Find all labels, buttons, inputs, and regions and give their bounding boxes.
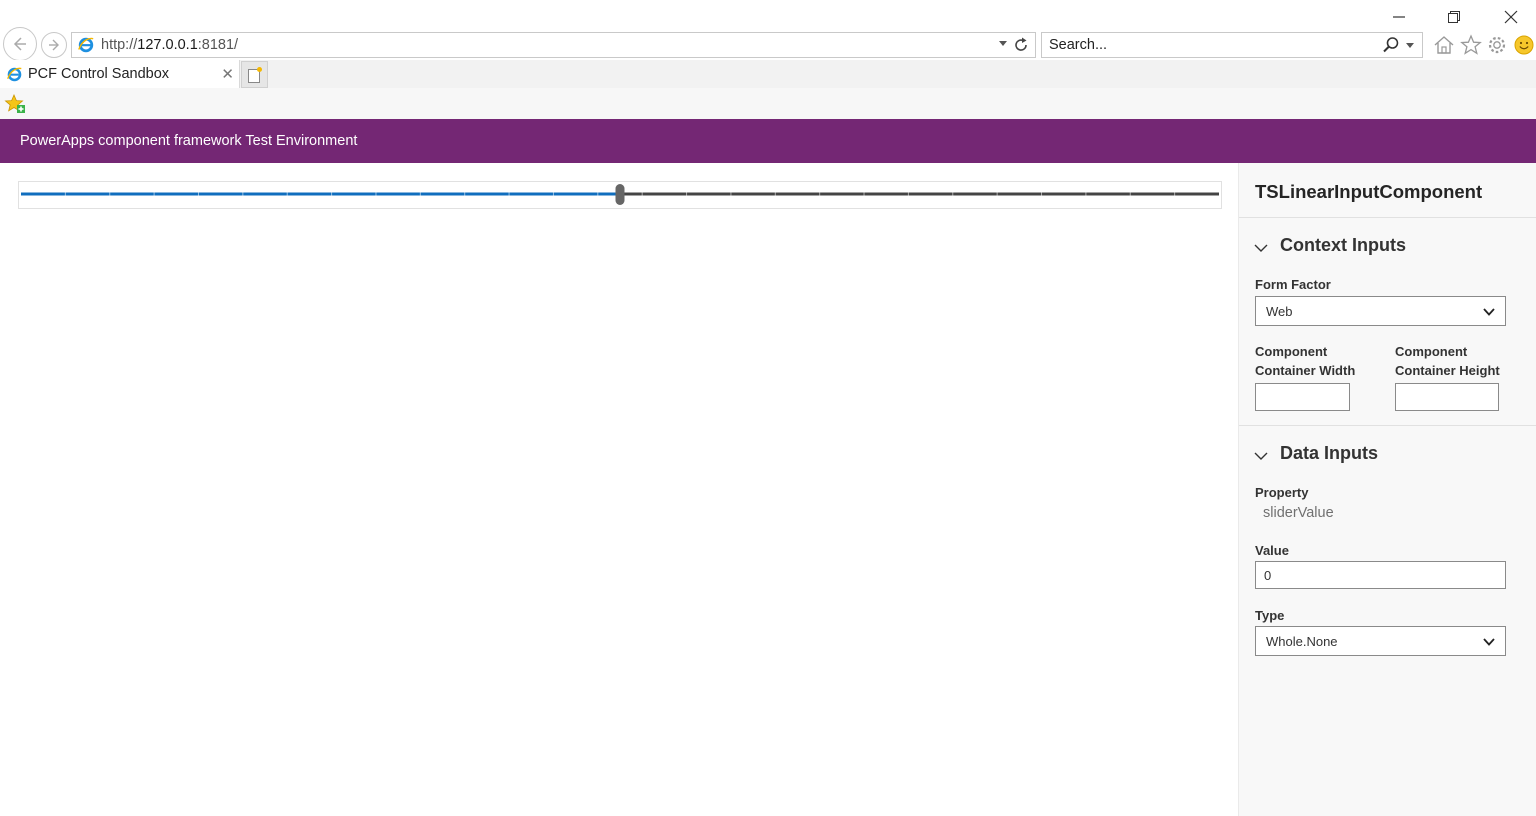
container-height-label-line1: Component (1395, 344, 1468, 359)
container-height-label-line2: Container Height (1395, 363, 1500, 378)
minimize-icon (1393, 16, 1405, 18)
ie-logo-icon (78, 37, 94, 53)
context-inputs-heading: Context Inputs (1280, 235, 1406, 255)
container-height-input[interactable] (1395, 383, 1499, 411)
minimize-button[interactable] (1388, 6, 1410, 28)
url-port-path: :8181/ (197, 37, 239, 53)
property-value: sliderValue (1263, 505, 1334, 521)
url-scheme: http:// (101, 37, 138, 53)
tab-title: PCF Control Sandbox (28, 66, 170, 82)
app-header-title: PowerApps component framework Test Envir… (20, 133, 358, 149)
type-value: Whole.None (1266, 633, 1338, 649)
favorites-bar (0, 88, 1536, 119)
home-icon[interactable] (1433, 34, 1455, 56)
type-label: Type (1255, 608, 1285, 623)
back-button[interactable] (3, 27, 37, 61)
linear-slider[interactable] (19, 182, 1221, 208)
slider-thumb[interactable] (615, 184, 625, 205)
url-host: 127.0.0.1 (137, 37, 198, 53)
restore-button[interactable] (1443, 6, 1465, 28)
chevron-down-icon (1254, 244, 1268, 252)
close-icon (1504, 10, 1518, 24)
control-canvas (0, 163, 1238, 816)
close-tab-icon[interactable]: ✕ (221, 65, 234, 83)
context-inputs-header[interactable]: Context Inputs (1253, 235, 1406, 256)
form-factor-value: Web (1266, 303, 1293, 319)
container-width-input[interactable] (1255, 383, 1350, 411)
divider (1239, 217, 1536, 218)
favorites-star-icon[interactable] (1460, 34, 1482, 56)
data-inputs-header[interactable]: Data Inputs (1253, 443, 1378, 464)
ie-logo-icon (7, 67, 22, 81)
divider (1239, 425, 1536, 426)
address-url: http://127.0.0.1:8181/ (101, 37, 238, 53)
add-to-favorites-bar-icon[interactable] (4, 94, 26, 114)
settings-gear-icon[interactable] (1486, 34, 1508, 56)
close-window-button[interactable] (1500, 6, 1522, 28)
data-inputs-heading: Data Inputs (1280, 443, 1379, 463)
address-bar[interactable]: http://127.0.0.1:8181/ (71, 32, 1036, 58)
container-width-label-line1: Component (1255, 344, 1328, 359)
tab-strip: PCF Control Sandbox ✕ (0, 60, 1536, 88)
search-box[interactable]: Search... (1041, 32, 1423, 58)
forward-arrow-icon (49, 39, 59, 51)
forward-button[interactable] (41, 32, 67, 58)
refresh-icon[interactable] (1012, 36, 1030, 54)
container-width-label-line2: Container Width (1255, 363, 1356, 378)
feedback-smiley-icon[interactable] (1513, 34, 1535, 56)
search-icon[interactable] (1382, 36, 1400, 54)
property-label: Property (1255, 485, 1309, 500)
value-input[interactable]: 0 (1255, 561, 1506, 589)
new-tab-icon (247, 66, 262, 83)
back-arrow-icon (13, 37, 26, 51)
tab-pcf-control-sandbox[interactable]: PCF Control Sandbox ✕ (0, 60, 240, 88)
container-height-label: Component Container Height (1395, 342, 1500, 380)
form-factor-label: Form Factor (1255, 277, 1331, 292)
property-panel: TSLinearInputComponent Context Inputs Fo… (1238, 163, 1536, 816)
address-dropdown-icon[interactable] (999, 41, 1007, 46)
search-placeholder: Search... (1049, 37, 1108, 53)
browser-chrome: http://127.0.0.1:8181/ Search... PCF Con… (0, 0, 1536, 119)
search-dropdown-icon[interactable] (1406, 43, 1414, 48)
linear-slider-container (18, 181, 1222, 209)
chevron-down-icon (1483, 308, 1495, 316)
chevron-down-icon (1483, 638, 1495, 646)
new-tab-button[interactable] (241, 61, 268, 88)
type-select[interactable]: Whole.None (1255, 626, 1506, 656)
chevron-down-icon (1254, 452, 1268, 460)
container-width-label: Component Container Width (1255, 342, 1355, 380)
value-label: Value (1255, 543, 1289, 558)
restore-icon (1448, 11, 1460, 23)
app-header: PowerApps component framework Test Envir… (0, 119, 1536, 163)
component-name: TSLinearInputComponent (1255, 181, 1483, 202)
value-input-value: 0 (1264, 567, 1272, 583)
form-factor-select[interactable]: Web (1255, 296, 1506, 326)
